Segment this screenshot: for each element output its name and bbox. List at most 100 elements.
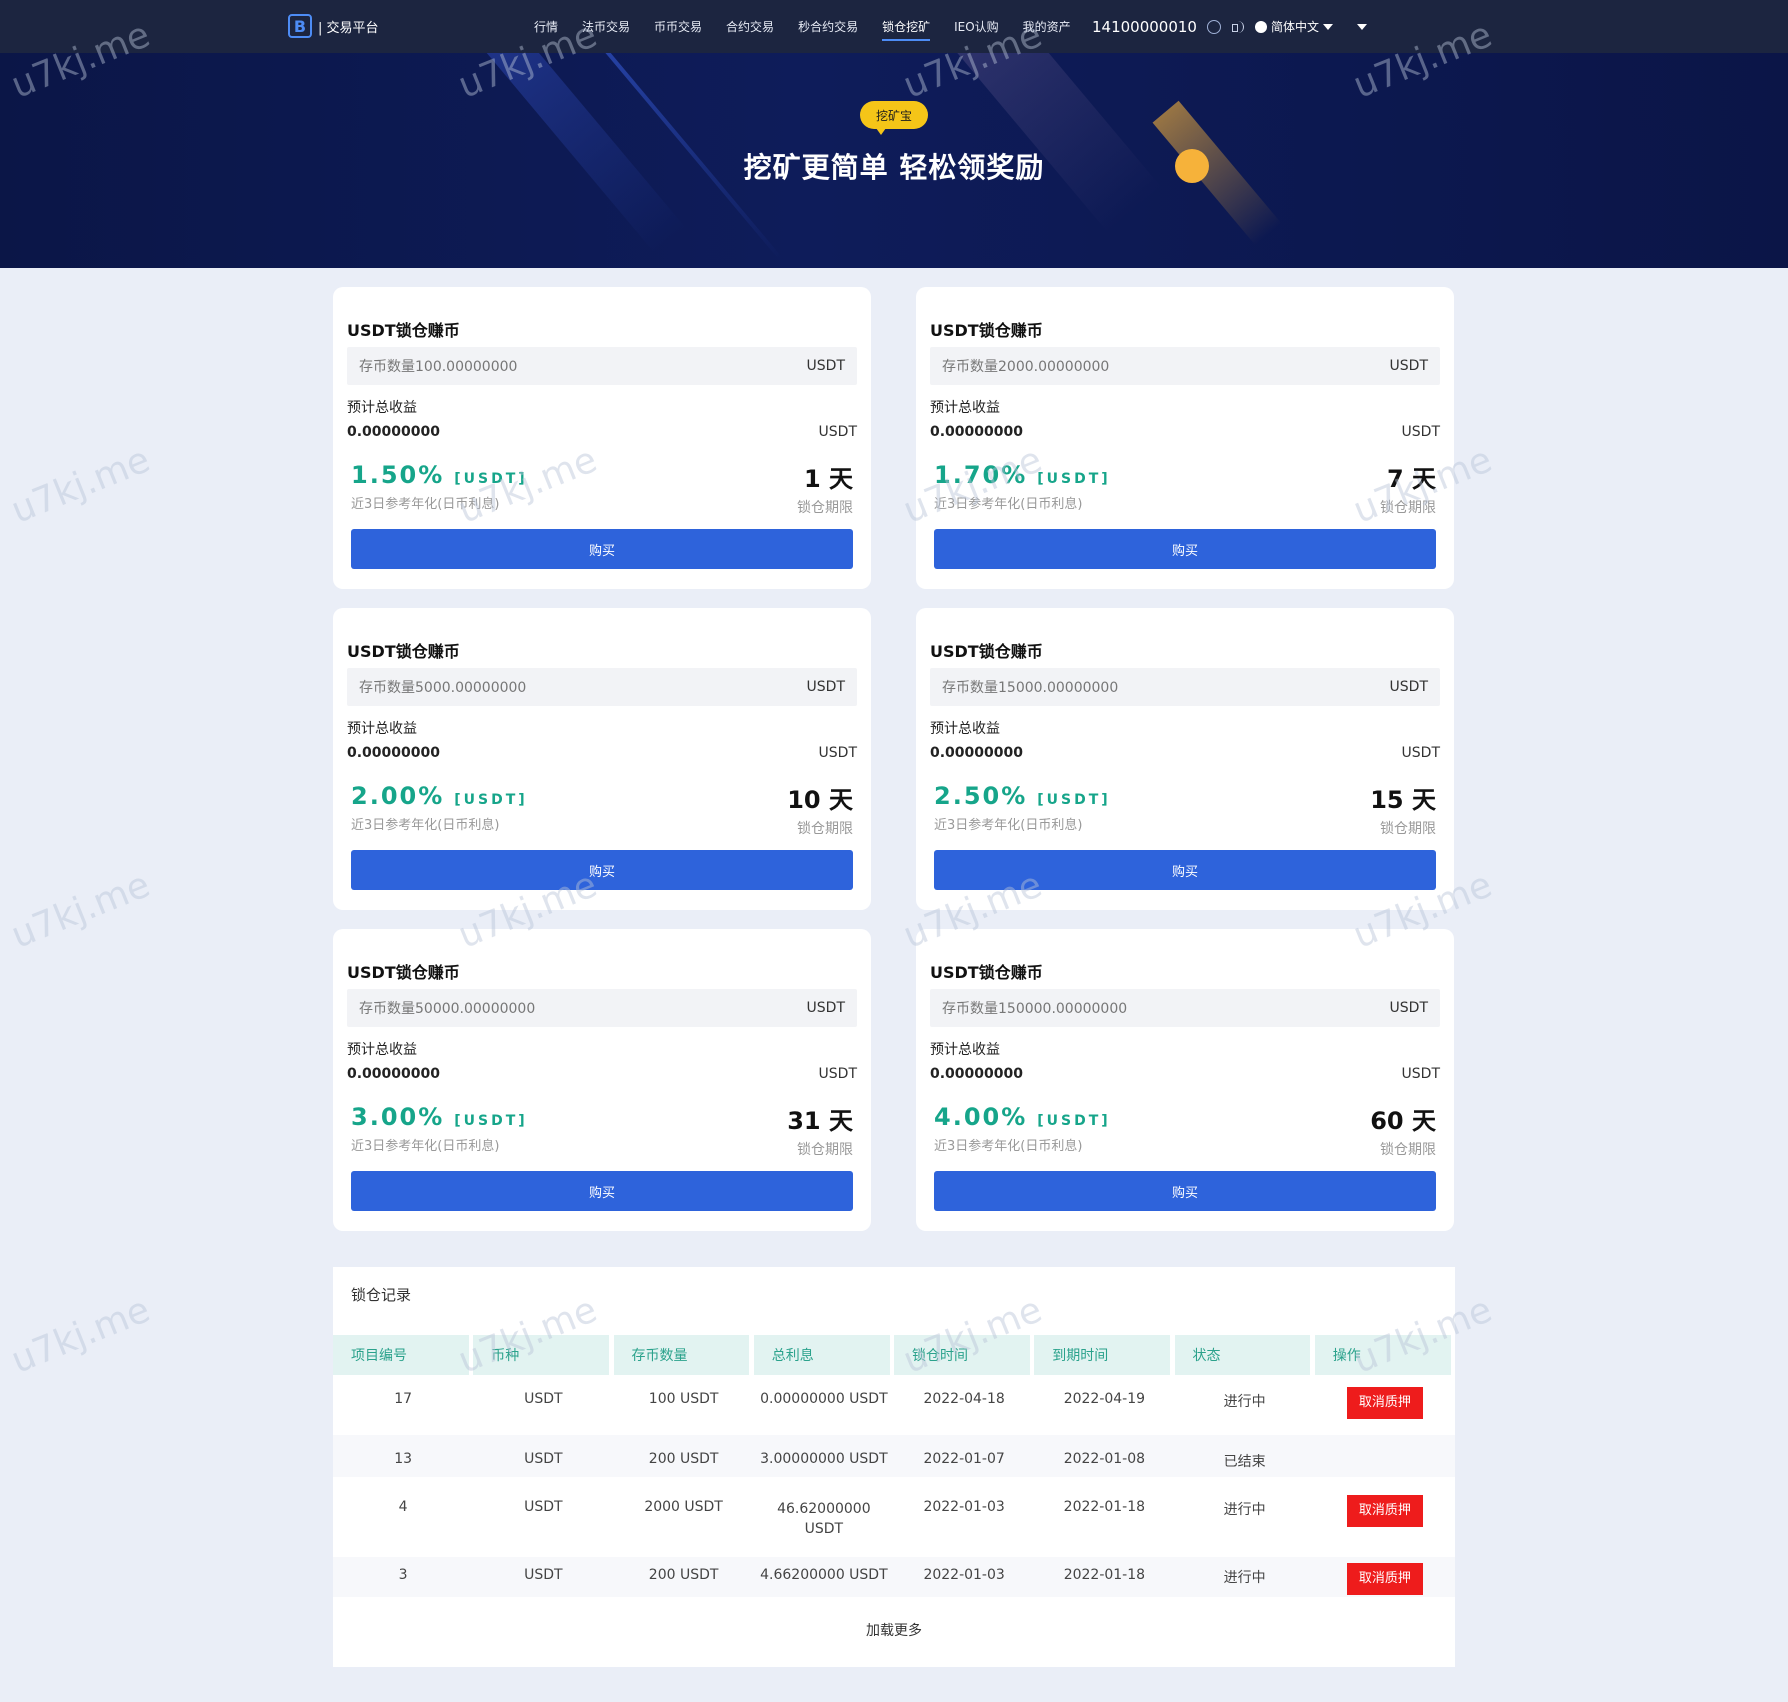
cell-status: 进行中 bbox=[1223, 1502, 1266, 1518]
est-value: 0.00000000 bbox=[930, 424, 1023, 440]
card-title: USDT锁仓赚币 bbox=[930, 963, 1043, 982]
rate-sub: 近3日参考年化(日币利息) bbox=[351, 1139, 500, 1154]
nav-link-contract[interactable]: 合约交易 bbox=[726, 0, 774, 53]
qty-input[interactable]: 存币数量100.00000000 USDT bbox=[347, 347, 857, 385]
rate-sub: 近3日参考年化(日币利息) bbox=[351, 497, 500, 512]
logo-icon: B bbox=[288, 14, 312, 38]
cell-interest: 4.66200000 USDT bbox=[760, 1567, 888, 1583]
cell-coin: USDT bbox=[524, 1451, 563, 1467]
cancel-stake-button[interactable]: 取消质押 bbox=[1346, 1495, 1423, 1527]
qty-input[interactable]: 存币数量150000.00000000 USDT bbox=[930, 989, 1440, 1027]
cell-interest: 0.00000000 USDT bbox=[760, 1391, 888, 1407]
col-end: 到期时间 bbox=[1034, 1335, 1170, 1375]
card-title: USDT锁仓赚币 bbox=[930, 642, 1043, 661]
est-label: 预计总收益 bbox=[347, 400, 417, 416]
qty-input[interactable]: 存币数量15000.00000000 USDT bbox=[930, 668, 1440, 706]
records-title: 锁仓记录 bbox=[351, 1286, 412, 1304]
product-card: USDT锁仓赚币 存币数量150000.00000000 USDT 预计总收益 … bbox=[916, 929, 1454, 1231]
language-selector[interactable]: 简体中文 bbox=[1254, 18, 1333, 35]
rate-sub: 近3日参考年化(日币利息) bbox=[934, 818, 1083, 833]
est-label: 预计总收益 bbox=[930, 721, 1000, 737]
rate-value: 4.00% bbox=[934, 1103, 1028, 1131]
est-value: 0.00000000 bbox=[347, 424, 440, 440]
cell-action: 取消质押 bbox=[1315, 1487, 1455, 1527]
buy-button[interactable]: 购买 bbox=[934, 529, 1436, 569]
buy-button[interactable]: 购买 bbox=[934, 850, 1436, 890]
buy-button[interactable]: 购买 bbox=[351, 1171, 853, 1211]
qty-placeholder: 存币数量15000.00000000 bbox=[942, 680, 1119, 696]
lock-days-label: 锁仓期限 bbox=[797, 821, 853, 837]
nav-link-ieo[interactable]: IEO认购 bbox=[954, 0, 999, 53]
cell-start: 2022-04-18 bbox=[923, 1391, 1005, 1407]
cell-id: 4 bbox=[398, 1499, 408, 1515]
chevron-down-icon[interactable] bbox=[1357, 23, 1367, 30]
load-more-button[interactable]: 加载更多 bbox=[333, 1620, 1455, 1640]
nav-link-assets[interactable]: 我的资产 bbox=[1023, 0, 1071, 53]
est-value: 0.00000000 bbox=[930, 1066, 1023, 1082]
qty-input[interactable]: 存币数量2000.00000000 USDT bbox=[930, 347, 1440, 385]
qty-unit: USDT bbox=[1389, 358, 1428, 374]
watermark: u7kj.me bbox=[5, 439, 156, 532]
table-row: 17 USDT 100 USDT 0.00000000 USDT 2022-04… bbox=[333, 1379, 1455, 1419]
nav-link-second-contract[interactable]: 秒合约交易 bbox=[798, 0, 858, 53]
rate-value: 1.70% bbox=[934, 461, 1028, 489]
decor-streak bbox=[928, 53, 1162, 233]
logo[interactable]: B | 交易平台 bbox=[288, 14, 379, 38]
cell-qty: 2000 USDT bbox=[644, 1499, 723, 1515]
card-title: USDT锁仓赚币 bbox=[930, 321, 1043, 340]
cancel-stake-button[interactable]: 取消质押 bbox=[1346, 1563, 1423, 1595]
nav-link-lock-mining[interactable]: 锁仓挖矿 bbox=[882, 0, 931, 53]
rate: 2.50% [USDT] bbox=[934, 782, 1111, 810]
card-title: USDT锁仓赚币 bbox=[347, 963, 460, 982]
cancel-stake-button[interactable]: 取消质押 bbox=[1346, 1387, 1423, 1419]
cell-coin: USDT bbox=[524, 1499, 563, 1515]
user-icon[interactable] bbox=[1206, 19, 1221, 34]
est-label: 预计总收益 bbox=[347, 1042, 417, 1058]
cell-status: 进行中 bbox=[1223, 1394, 1266, 1410]
cell-end: 2022-01-08 bbox=[1063, 1451, 1146, 1467]
cell-start: 2022-01-03 bbox=[923, 1567, 1005, 1583]
watermark: u7kj.me bbox=[5, 1289, 156, 1382]
nav-right: 14100000010 简体中文 bbox=[1092, 0, 1367, 53]
top-nav: B | 交易平台 行情 法币交易 币币交易 合约交易 秒合约交易 锁仓挖矿 IE… bbox=[0, 0, 1788, 53]
nav-link-fiat[interactable]: 法币交易 bbox=[582, 0, 630, 53]
cell-start: 2022-01-07 bbox=[923, 1451, 1005, 1467]
hero-title: 挖矿更简单 轻松领奖励 bbox=[743, 151, 1045, 184]
rate: 2.00% [USDT] bbox=[351, 782, 528, 810]
buy-button[interactable]: 购买 bbox=[934, 1171, 1436, 1211]
est-label: 预计总收益 bbox=[930, 400, 1000, 416]
qty-input[interactable]: 存币数量50000.00000000 USDT bbox=[347, 989, 857, 1027]
cell-id: 3 bbox=[398, 1567, 408, 1583]
qty-input[interactable]: 存币数量5000.00000000 USDT bbox=[347, 668, 857, 706]
cell-end: 2022-04-19 bbox=[1063, 1391, 1146, 1407]
qty-unit: USDT bbox=[1389, 679, 1428, 695]
table-row: 4 USDT 2000 USDT 46.62000000 USDT 2022-0… bbox=[333, 1487, 1455, 1539]
qty-placeholder: 存币数量100.00000000 bbox=[359, 359, 518, 375]
card-title: USDT锁仓赚币 bbox=[347, 321, 460, 340]
hero-banner: 挖矿宝 挖矿更简单 轻松领奖励 bbox=[0, 53, 1788, 268]
rate-tag: [USDT] bbox=[454, 1113, 528, 1129]
lock-days: 15 天 bbox=[1370, 786, 1436, 814]
buy-button[interactable]: 购买 bbox=[351, 529, 853, 569]
nav-link-market[interactable]: 行情 bbox=[534, 0, 558, 53]
speaker-icon[interactable] bbox=[1231, 20, 1245, 34]
rate-tag: [USDT] bbox=[454, 792, 528, 808]
rate-tag: [USDT] bbox=[1037, 1113, 1111, 1129]
user-phone[interactable]: 14100000010 bbox=[1092, 18, 1197, 36]
est-unit: USDT bbox=[818, 1066, 857, 1082]
est-value: 0.00000000 bbox=[930, 745, 1023, 761]
col-action: 操作 bbox=[1314, 1335, 1451, 1375]
lock-days-label: 锁仓期限 bbox=[1380, 500, 1436, 516]
cell-qty: 100 USDT bbox=[648, 1391, 719, 1407]
rate-tag: [USDT] bbox=[454, 471, 528, 487]
cell-status: 进行中 bbox=[1223, 1570, 1266, 1586]
lock-days: 7 天 bbox=[1386, 465, 1436, 493]
est-unit: USDT bbox=[1401, 424, 1440, 440]
col-status: 状态 bbox=[1174, 1335, 1311, 1375]
buy-button[interactable]: 购买 bbox=[351, 850, 853, 890]
col-start: 锁仓时间 bbox=[894, 1335, 1030, 1375]
logo-text: | 交易平台 bbox=[318, 20, 379, 36]
col-interest: 总利息 bbox=[753, 1335, 890, 1375]
rate-sub: 近3日参考年化(日币利息) bbox=[934, 1139, 1083, 1154]
nav-link-spot[interactable]: 币币交易 bbox=[654, 0, 702, 53]
